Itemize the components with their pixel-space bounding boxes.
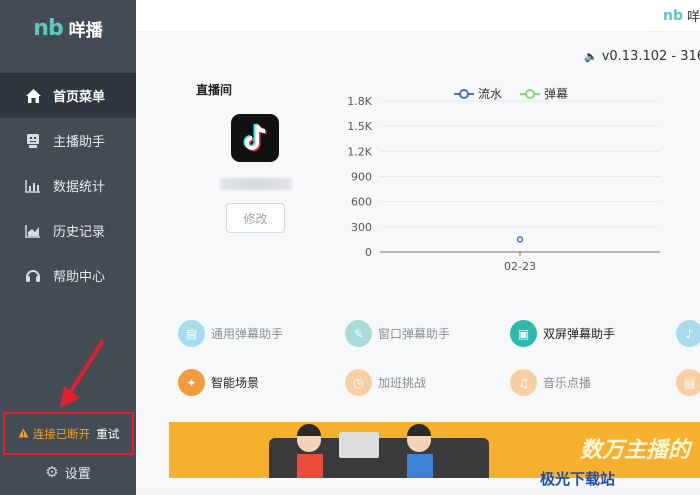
y-tick-label: 300 — [351, 221, 372, 234]
banner-people-illustration — [297, 424, 433, 478]
sidebar-item-label: 主播助手 — [53, 135, 106, 150]
sidebar-item-label: 首页菜单 — [53, 90, 106, 105]
bar-chart-icon — [24, 177, 42, 195]
music-icon: ♫ — [510, 369, 537, 396]
topbar-brand-text: 咩 — [686, 10, 700, 25]
logo-mark: nb — [33, 15, 63, 41]
topbar-brand: nb 咩 — [662, 6, 700, 26]
live-chart: 0 300 600 900 1.2K 1.5K 1.8K 02-23 流水 弹幕 — [347, 87, 660, 273]
tiktok-logo-icon — [231, 114, 279, 162]
y-tick-label: 600 — [351, 196, 372, 209]
top-bar: nb 咩 — [136, 0, 700, 32]
version-text: v0.13.102 - 316 — [601, 49, 700, 64]
warning-icon — [18, 427, 29, 441]
tool-label: 音乐点播 — [543, 376, 592, 390]
tool-stopwatch[interactable]: ◷ 加班挑战 — [345, 369, 426, 396]
username-blurred — [220, 178, 292, 190]
sidebar-item-label: 历史记录 — [53, 225, 106, 240]
tool-label: 智能场景 — [211, 376, 260, 390]
tool-dual-screen[interactable]: ▣ 双屏弹幕助手 — [510, 320, 615, 347]
y-tick-label: 0 — [365, 246, 372, 259]
watermark: 极光下载站 — [540, 470, 616, 488]
bottom-strip — [136, 488, 700, 495]
legend-swatch-marker — [459, 89, 469, 99]
x-tick-label: 02-23 — [504, 260, 536, 273]
connection-status: 连接已断开 重试 — [3, 412, 134, 455]
edit-icon: ✎ — [345, 320, 372, 347]
y-tick-label: 1.5K — [347, 120, 372, 133]
banner-text: 数万主播的 — [579, 438, 690, 463]
edit-button[interactable]: 修改 — [226, 203, 285, 233]
sidebar-nav: 首页菜单 主播助手 数据统计 历史记录 帮助中心 — [0, 73, 136, 298]
retry-button[interactable]: 重试 — [96, 426, 119, 442]
tool-label: 加班挑战 — [378, 376, 427, 390]
tool-magic-wand[interactable]: ✦ 智能场景 — [178, 369, 259, 396]
chat-icon: ▤ — [178, 320, 205, 347]
robot-icon — [24, 132, 42, 150]
version-info: 🔈 v0.13.102 - 316 — [584, 49, 700, 64]
legend-label: 流水 — [478, 87, 502, 101]
promo-banner[interactable]: 数万主播的 — [169, 422, 700, 478]
sidebar-item-statistics[interactable]: 数据统计 — [0, 163, 136, 208]
magic-wand-icon: ✦ — [178, 369, 205, 396]
tool-label: 双屏弹幕助手 — [543, 327, 616, 341]
tool-edit[interactable]: ✎ 窗口弹幕助手 — [345, 320, 450, 347]
tool-music[interactable]: ♫ 音乐点播 — [510, 369, 591, 396]
speaker-icon: 🔈 — [584, 50, 598, 63]
topbar-logo-mark: nb — [662, 7, 683, 24]
tool-label: 窗口弹幕助手 — [378, 327, 451, 341]
home-icon — [24, 87, 42, 105]
stopwatch-icon: ◷ — [345, 369, 372, 396]
legend-swatch-marker — [525, 89, 535, 99]
settings-label: 设置 — [64, 466, 91, 482]
sidebar-item-label: 数据统计 — [53, 180, 106, 195]
live-room-title: 直播间 — [196, 83, 233, 97]
tool-document[interactable]: ▤ — [676, 369, 700, 396]
y-tick-label: 1.2K — [347, 145, 372, 158]
connection-status-text: 连接已断开 — [32, 426, 91, 441]
y-tick-label: 900 — [351, 171, 372, 184]
legend-label: 弹幕 — [544, 87, 568, 101]
sidebar-item-history[interactable]: 历史记录 — [0, 208, 136, 253]
tool-label: 通用弹幕助手 — [211, 327, 284, 341]
y-tick-label: 1.8K — [347, 95, 372, 108]
area-chart-icon — [24, 222, 42, 240]
document-icon: ▤ — [676, 369, 700, 396]
gear-icon: ⚙ — [45, 463, 59, 481]
sidebar-item-anchor-assistant[interactable]: 主播助手 — [0, 118, 136, 163]
sidebar-item-home[interactable]: 首页菜单 — [0, 73, 136, 118]
headset-icon — [24, 267, 42, 285]
data-point — [516, 236, 524, 243]
app-logo: nb 咩播 — [0, 0, 136, 56]
dual-screen-icon: ▣ — [510, 320, 537, 347]
app-name: 咩播 — [68, 20, 103, 41]
microphone-icon: ♪ — [676, 320, 700, 347]
sidebar-item-help[interactable]: 帮助中心 — [0, 253, 136, 298]
settings-button[interactable]: ⚙ 设置 — [0, 458, 136, 486]
tool-microphone[interactable]: ♪ — [676, 320, 700, 347]
sidebar-item-label: 帮助中心 — [53, 270, 106, 285]
sidebar: nb 咩播 首页菜单 主播助手 数据统计 历史记录 帮助中心 连接已断开 重试 … — [0, 0, 136, 495]
tool-chat[interactable]: ▤ 通用弹幕助手 — [178, 320, 283, 347]
